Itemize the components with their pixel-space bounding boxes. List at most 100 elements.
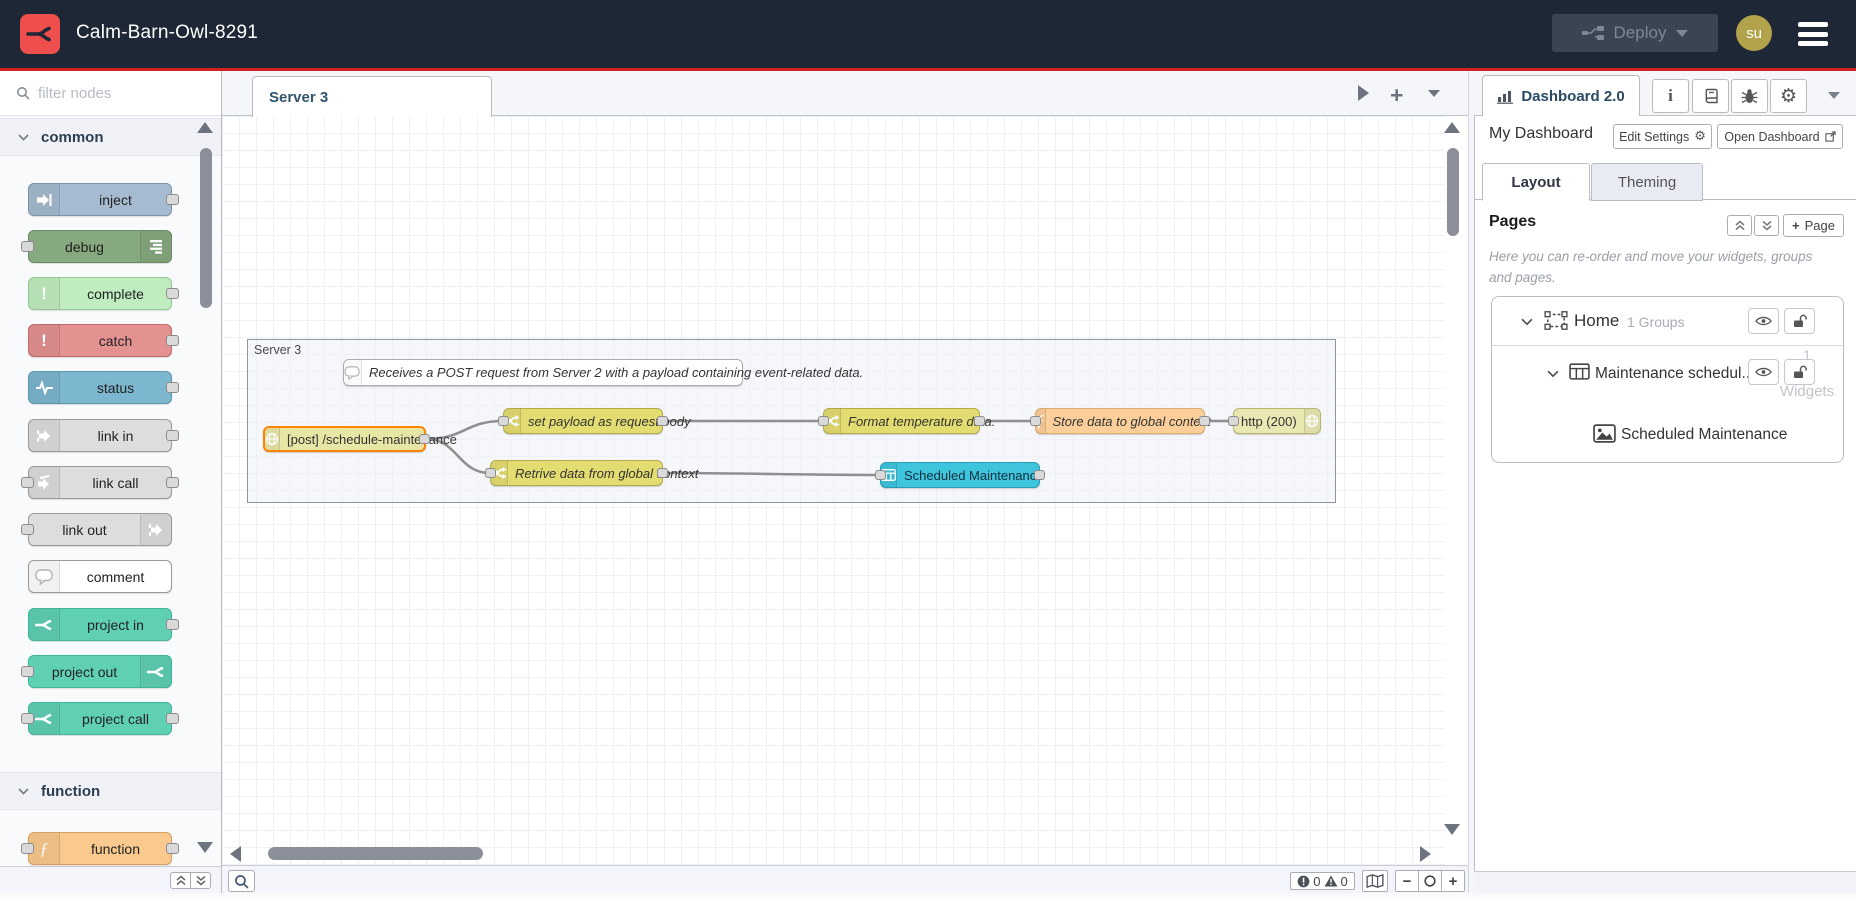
output-port[interactable] [974,416,985,426]
zoom-out-button[interactable]: − [1395,870,1419,892]
change-node-format-temperature[interactable]: Format temperature data. [818,408,995,434]
help-sidebar-button[interactable] [1692,79,1729,113]
zoom-reset-icon [1424,875,1436,887]
notification-badges[interactable]: 0 0 [1290,872,1355,890]
sidebar-footer [1474,871,1856,893]
canvas-hscrollbar-thumb[interactable] [268,847,483,860]
function-node-store-data[interactable]: ƒ Store data to global context [1030,408,1211,434]
flow-tab-server3[interactable]: Server 3 [252,76,492,117]
expand-all-button[interactable] [190,872,211,889]
node-red-editor: Calm-Barn-Owl-8291 Deploy su common inje… [0,0,1856,899]
input-port[interactable] [498,416,509,426]
user-avatar[interactable]: su [1736,15,1772,51]
gear-icon: ⚙ [1694,129,1706,144]
canvas-scroll-left-icon[interactable] [230,846,241,862]
collapse-pages-button[interactable] [1727,215,1752,236]
group-lock-button[interactable] [1784,359,1815,385]
palette-node-inject[interactable]: inject [28,183,179,216]
group-label: Server 3 [254,343,302,357]
add-flow-button[interactable]: + [1390,82,1403,109]
palette-filter-input[interactable] [38,84,188,102]
output-port[interactable] [657,468,668,478]
palette-scroll-up-icon[interactable] [197,122,213,133]
collapse-all-button[interactable] [170,872,191,889]
palette-node-link-in[interactable]: link in [28,419,179,452]
input-port[interactable] [485,468,496,478]
group-visibility-button[interactable] [1748,359,1779,385]
tree-group-label[interactable]: Maintenance schedul... [1595,365,1754,383]
palette-node-function[interactable]: ƒ function [21,832,179,865]
palette-node-complete[interactable]: ! complete [28,277,179,310]
zoom-reset-button[interactable] [1418,870,1442,892]
comment-node[interactable]: Receives a POST request from Server 2 wi… [343,359,863,386]
app-header: Calm-Barn-Owl-8291 Deploy su [0,0,1856,68]
palette-scrollbar-thumb[interactable] [200,148,212,308]
add-page-button[interactable]: + Page [1783,214,1844,237]
canvas-scroll-down-icon[interactable] [1444,824,1460,835]
output-port[interactable] [1199,416,1210,426]
palette-node-comment[interactable]: comment [28,560,172,593]
deploy-dropdown-icon[interactable] [1676,29,1689,37]
tab-scroll-right-icon[interactable] [1358,85,1369,101]
http-response-node[interactable]: http (200) [1228,408,1321,434]
input-port[interactable] [818,416,829,426]
settings-sidebar-button[interactable]: ⚙ [1770,79,1807,113]
chevron-down-icon[interactable] [1521,318,1533,326]
page-icon [1544,311,1568,330]
change-node-retrieve-data[interactable]: Retrive data from global context [485,460,699,486]
palette-node-project-call[interactable]: project call [21,702,179,735]
debug-sidebar-button[interactable] [1731,79,1768,113]
palette-node-link-call[interactable]: link call [21,466,179,499]
tab-layout[interactable]: Layout [1482,163,1590,201]
deploy-button[interactable]: Deploy [1552,14,1718,52]
chevron-down-icon[interactable] [1547,370,1559,378]
page-visibility-button[interactable] [1748,308,1779,334]
palette-node-debug[interactable]: debug [21,230,172,263]
canvas-vscrollbar-thumb[interactable] [1447,148,1459,236]
tab-theming[interactable]: Theming [1591,163,1703,201]
input-port[interactable] [1030,416,1041,426]
pages-tree: Home 1 Groups Maintenance schedul... 1 W… [1491,296,1844,463]
zoom-in-button[interactable]: + [1441,870,1465,892]
palette-node-link-out[interactable]: link out [21,513,172,546]
tree-page-label[interactable]: Home [1574,311,1619,331]
canvas-scroll-right-icon[interactable] [1420,846,1431,862]
canvas-scroll-up-icon[interactable] [1444,122,1460,133]
palette-node-project-out[interactable]: project out [21,655,172,688]
search-icon [17,87,30,100]
http-in-node[interactable]: [post] /schedule-maintenance [263,426,457,452]
palette-node-status[interactable]: status [28,371,179,404]
error-count-icon [1297,875,1310,887]
tab-dashboard-2[interactable]: Dashboard 2.0 [1482,75,1640,116]
flow-canvas[interactable]: Server 3 Receives a POST request from Se… [222,116,1472,865]
input-port[interactable] [1228,416,1239,426]
input-port[interactable] [875,470,886,480]
main-menu-button[interactable] [1798,22,1828,46]
output-port[interactable] [1034,470,1045,480]
flow-list-dropdown-icon[interactable] [1428,90,1440,97]
open-dashboard-button[interactable]: Open Dashboard [1717,124,1843,149]
edit-settings-button[interactable]: Edit Settings ⚙ [1613,124,1712,149]
expand-pages-button[interactable] [1754,215,1779,236]
unlock-icon [1794,365,1807,378]
canvas-footer: 0 0 − + [222,865,1468,893]
inject-icon [29,184,60,215]
info-sidebar-button[interactable]: i [1652,79,1689,113]
sidebar-menu-dropdown-icon[interactable] [1828,92,1840,99]
output-port[interactable] [419,434,430,444]
page-lock-button[interactable] [1784,308,1815,334]
deploy-label: Deploy [1613,23,1667,42]
debug-icon [140,231,171,262]
tree-widget-label[interactable]: Scheduled Maintenance [1621,426,1787,444]
palette-scroll-down-icon[interactable] [197,842,213,853]
eye-icon [1755,316,1772,326]
canvas-search-button[interactable] [228,870,255,892]
ui-table-node[interactable]: Scheduled Maintenance [875,462,1045,488]
palette-category-common[interactable]: common [0,118,221,156]
palette-node-catch[interactable]: ! catch [28,324,179,357]
change-node-set-payload[interactable]: set payload as request body [498,408,691,434]
output-port[interactable] [657,416,668,426]
navigator-button[interactable] [1362,870,1388,892]
palette-node-project-in[interactable]: project in [28,608,179,641]
palette-category-function[interactable]: function [0,772,221,810]
